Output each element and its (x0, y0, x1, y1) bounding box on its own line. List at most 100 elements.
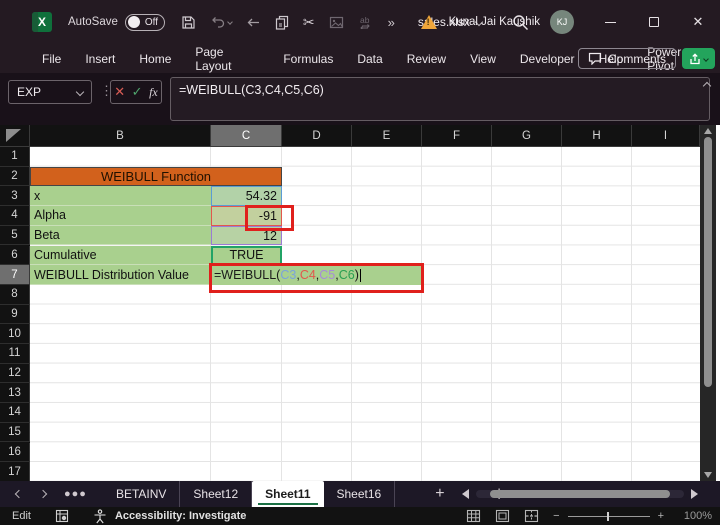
menu-item-insert[interactable]: Insert (73, 52, 127, 66)
more-commands-button[interactable]: » (388, 15, 396, 30)
column-header-E[interactable]: E (352, 125, 422, 147)
zoom-slider[interactable]: − + (553, 510, 664, 522)
zoom-level[interactable]: 100% (678, 510, 712, 522)
sheet-tab-sheet12[interactable]: Sheet12 (180, 481, 253, 507)
sheet-tab-sheet16[interactable]: Sheet16 (324, 481, 396, 507)
comments-button[interactable]: Comments (577, 48, 676, 69)
menu-item-home[interactable]: Home (127, 52, 183, 66)
column-header-I[interactable]: I (632, 125, 700, 147)
cell-C3-value[interactable]: 54.32 (211, 186, 282, 207)
column-header-F[interactable]: F (422, 125, 492, 147)
autosave-control[interactable]: AutoSave Off (68, 13, 165, 31)
row-header-5[interactable]: 5 (0, 225, 30, 246)
sheet-tab-sheet11[interactable]: Sheet11 (252, 481, 324, 507)
translate-icon[interactable]: ab (358, 15, 374, 29)
save-icon[interactable] (181, 15, 196, 30)
zoom-in-icon[interactable]: + (658, 510, 664, 522)
normal-view-icon[interactable] (466, 509, 481, 523)
name-box[interactable]: EXP (8, 80, 92, 104)
column-headers: BCDEFGHI (30, 125, 700, 147)
row-header-3[interactable]: 3 (0, 186, 30, 207)
row-header-6[interactable]: 6 (0, 245, 30, 266)
select-all-corner[interactable] (0, 125, 30, 147)
row-header-4[interactable]: 4 (0, 206, 30, 226)
row-header-10[interactable]: 10 (0, 324, 30, 344)
row-header-15[interactable]: 15 (0, 422, 30, 443)
zoom-out-icon[interactable]: − (553, 510, 559, 522)
menu-item-page-layout[interactable]: Page Layout (183, 45, 271, 73)
cut-icon[interactable]: ✂ (303, 14, 315, 31)
column-header-B[interactable]: B (30, 125, 211, 147)
autosave-toggle[interactable]: Off (124, 13, 165, 31)
macro-record-button[interactable] (55, 509, 69, 523)
row-header-9[interactable]: 9 (0, 304, 30, 325)
hscroll-left-icon[interactable] (462, 489, 469, 499)
scroll-up-icon[interactable] (704, 128, 712, 134)
cell-B4-label[interactable]: Alpha (30, 206, 211, 226)
zoom-thumb[interactable] (606, 511, 609, 521)
prev-sheet-icon[interactable] (14, 489, 24, 499)
all-sheets-button[interactable]: ●●● (64, 488, 87, 500)
warning-icon[interactable] (420, 15, 437, 29)
row-header-17[interactable]: 17 (0, 462, 30, 482)
comment-bubble-icon (588, 52, 602, 65)
avatar[interactable]: KJ (550, 10, 574, 34)
menu-item-view[interactable]: View (458, 52, 508, 66)
insert-function-button[interactable]: fx (149, 85, 158, 100)
menu-item-data[interactable]: Data (345, 52, 394, 66)
row-header-12[interactable]: 12 (0, 363, 30, 384)
picture-icon[interactable] (329, 16, 344, 29)
menu-item-formulas[interactable]: Formulas (271, 52, 345, 66)
hscroll-right-icon[interactable] (691, 489, 698, 499)
scroll-down-icon[interactable] (704, 472, 712, 478)
column-header-G[interactable]: G (492, 125, 562, 147)
enter-entry-button[interactable]: ✓ (132, 84, 143, 100)
vertical-scrollbar[interactable] (700, 125, 716, 481)
vertical-scroll-thumb[interactable] (704, 137, 712, 387)
undo-dropdown-icon[interactable] (227, 19, 233, 25)
formula-input[interactable]: =WEIBULL(C3,C4,C5,C6) (170, 77, 710, 121)
minimize-button[interactable] (588, 0, 632, 44)
row-header-8[interactable]: 8 (0, 284, 30, 305)
row-header-16[interactable]: 16 (0, 442, 30, 463)
name-box-dropdown-icon[interactable] (75, 87, 85, 97)
zoom-track[interactable] (567, 511, 650, 521)
next-sheet-icon[interactable] (38, 489, 48, 499)
cell-B6-label[interactable]: Cumulative (30, 245, 211, 266)
back-arrow-icon[interactable] (246, 16, 261, 29)
cell-B5-label[interactable]: Beta (30, 225, 211, 246)
excel-app-icon[interactable]: X (32, 12, 52, 32)
copy-icon[interactable] (275, 15, 289, 30)
row-header-2[interactable]: 2 (0, 166, 30, 187)
row-header-13[interactable]: 13 (0, 383, 30, 404)
menu-item-review[interactable]: Review (395, 52, 458, 66)
accessibility-button[interactable] (93, 508, 107, 524)
sheet-tab-betainv[interactable]: BETAINV (103, 481, 181, 507)
menu-item-developer[interactable]: Developer (508, 52, 587, 66)
column-header-H[interactable]: H (562, 125, 632, 147)
column-header-C[interactable]: C (211, 125, 282, 147)
page-break-view-icon[interactable] (524, 509, 539, 523)
page-layout-view-icon[interactable] (495, 509, 510, 523)
undo-button[interactable] (210, 15, 233, 29)
share-button[interactable] (682, 48, 715, 69)
column-header-D[interactable]: D (282, 125, 352, 147)
horizontal-scroll-thumb[interactable] (490, 490, 670, 498)
cells-area[interactable]: WEIBULL Function x 54.32 Alpha -91 Beta 12 Cumu… (30, 147, 700, 481)
horizontal-scrollbar[interactable] (462, 489, 698, 499)
add-sheet-button[interactable]: + (435, 485, 444, 503)
cell-B2-title[interactable]: WEIBULL Function (30, 166, 282, 187)
cell-B3-label[interactable]: x (30, 186, 211, 207)
cell-B7-label[interactable]: WEIBULL Distribution Value (30, 265, 211, 285)
user-name[interactable]: Kunal Jai Kaushik (449, 16, 540, 28)
row-header-11[interactable]: 11 (0, 344, 30, 364)
cancel-entry-button[interactable]: ✕ (114, 84, 125, 100)
row-header-14[interactable]: 14 (0, 403, 30, 423)
sheet-tabs: BETAINV Sheet12 Sheet11 Sheet16 (103, 481, 396, 507)
maximize-button[interactable] (632, 0, 676, 44)
close-button[interactable]: ✕ (676, 0, 720, 44)
row-header-1[interactable]: 1 (0, 147, 30, 167)
accessibility-status[interactable]: Accessibility: Investigate (115, 510, 246, 522)
row-header-7[interactable]: 7 (0, 265, 30, 285)
menu-item-file[interactable]: File (30, 52, 73, 66)
